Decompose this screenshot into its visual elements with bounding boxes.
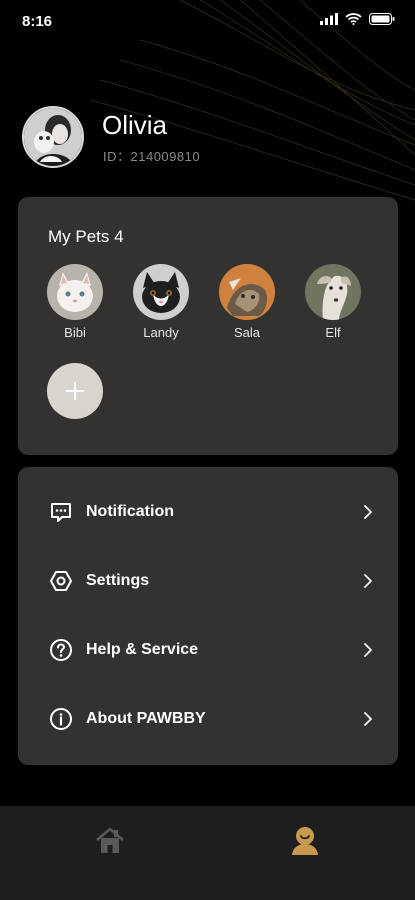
pet-photo [133,264,189,320]
menu-item-about[interactable]: About PAWBBY [18,689,398,749]
menu-item-settings[interactable]: Settings [18,551,398,611]
status-bar: 8:16 [0,0,415,44]
pet-item[interactable]: Bibi [47,264,103,340]
pet-name: Bibi [64,325,86,340]
avatar[interactable] [22,106,84,168]
pets-list: Bibi Landy Sala Elf [47,264,377,344]
gear-icon [50,571,72,591]
add-pet-button[interactable] [47,363,103,419]
info-icon [50,708,72,730]
menu-item-notification[interactable]: Notification [18,482,398,542]
menu-label: Settings [86,572,150,589]
user-name: Olivia [102,110,168,140]
profile-header[interactable]: Olivia ID：214009810 [22,106,382,168]
pet-item[interactable]: Sala [219,264,275,340]
pet-name: Landy [143,325,179,340]
signal-icon [320,13,338,25]
chevron-right-icon [364,505,372,519]
menu-item-help-service[interactable]: Help & Service [18,620,398,680]
wifi-icon [345,13,362,25]
pet-photo [47,264,103,320]
chevron-right-icon [364,574,372,588]
bottom-nav [0,806,415,900]
plus-icon [66,382,84,400]
status-icons [320,13,395,25]
status-time: 8:16 [22,13,53,30]
battery-icon [369,13,395,25]
nav-home[interactable] [92,823,128,859]
pets-title: My Pets 4 [48,227,124,246]
menu-card: Notification Settings Help & Service Abo… [18,467,398,765]
my-pets-card: My Pets 4 Bibi Landy Sala Elf [18,197,398,455]
chevron-right-icon [364,712,372,726]
help-icon [50,639,72,661]
menu-label: About PAWBBY [86,710,206,727]
menu-label: Notification [86,503,174,520]
user-id: ID：214009810 [103,149,201,164]
pet-photo [305,264,361,320]
pet-item[interactable]: Landy [133,264,189,340]
menu-label: Help & Service [86,641,199,658]
profile-icon [292,827,318,855]
message-icon [51,503,71,522]
chevron-right-icon [364,643,372,657]
nav-profile[interactable] [287,823,323,859]
home-icon [96,827,124,853]
pet-name: Sala [233,325,261,340]
pet-photo [219,264,275,320]
pet-item[interactable]: Elf [305,264,361,340]
pet-name: Elf [325,325,341,340]
